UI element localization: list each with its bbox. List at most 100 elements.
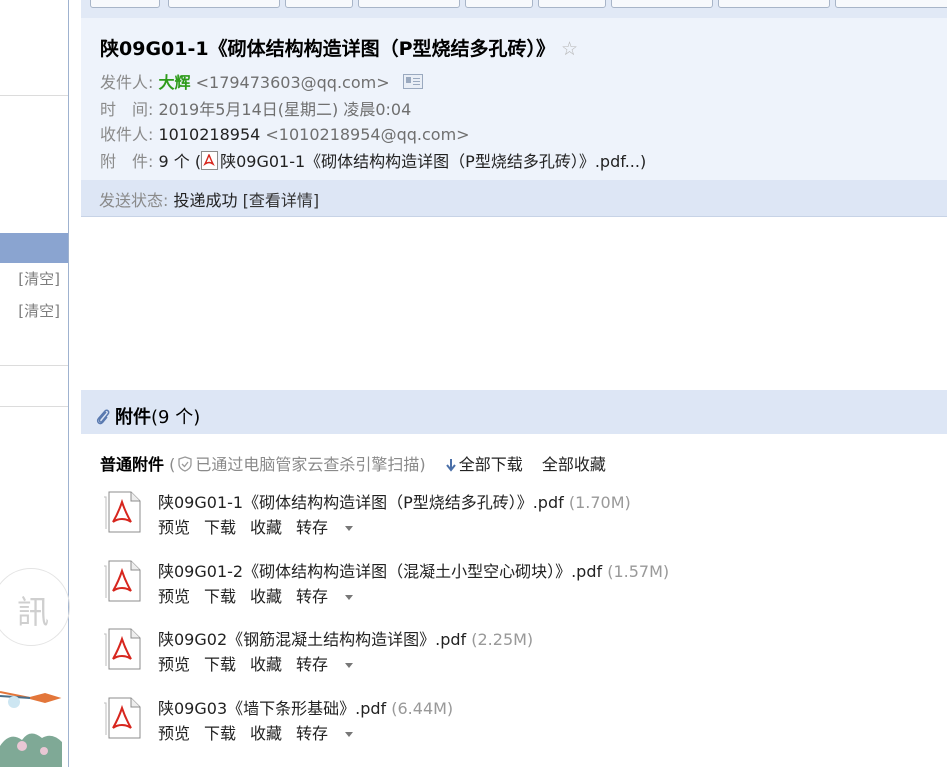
shield-icon (178, 456, 193, 472)
scan-open: ( (169, 455, 176, 474)
favorite-button[interactable]: 收藏 (250, 587, 282, 606)
attachments-title-text: 附件 (115, 407, 151, 428)
pdf-file-icon (104, 560, 141, 602)
sidebar-decoration (0, 691, 62, 767)
attachment-summary-row: 附 件: 9 个 ( 陕09G01-1《砌体结构构造详图（P型烧结多孔砖）》.pd… (100, 148, 646, 172)
status-value: 投递成功 (173, 191, 238, 210)
save-to-label: 转存 (296, 587, 329, 606)
contact-card-icon[interactable] (402, 74, 423, 89)
attachment-name[interactable]: 陕09G03《墙下条形基础》.pdf (158, 699, 386, 718)
clear-folder-link[interactable]: [清空] (18, 268, 60, 289)
save-to-label: 转存 (296, 518, 329, 537)
pdf-icon (201, 151, 219, 170)
chevron-down-icon (345, 663, 354, 668)
to-row: 收件人: 1010218954 <1010218954@qq.com> (100, 121, 470, 145)
attachments-header: 普通附件 ( 已通过电脑管家云查杀引擎扫描) 全部下载 全部收藏 (100, 451, 606, 475)
sender-email: <179473603@qq.com> (195, 73, 390, 92)
attachment-actions: 预览 下载 收藏 转存 (158, 583, 367, 607)
sidebar-divider (0, 406, 68, 407)
from-label: 发件人: (100, 73, 154, 92)
toolbar-button[interactable] (90, 0, 160, 8)
attachment-name[interactable]: 陕09G02《钢筋混凝土结构构造详图》.pdf (158, 630, 466, 649)
pdf-file-icon (104, 491, 141, 533)
sidebar-seal-logo: 訊 (0, 568, 70, 646)
preview-button[interactable]: 预览 (158, 587, 190, 606)
attachment-kind-label: 普通附件 (100, 455, 165, 474)
pdf-file-icon (104, 628, 141, 670)
download-button[interactable]: 下载 (204, 724, 236, 743)
paperclip-icon (96, 409, 110, 425)
toolbar-button[interactable] (611, 0, 713, 8)
attachment-item: 陕09G02《钢筋混凝土结构构造详图》.pdf (2.25M) 预览 下载 收藏 转存 (103, 626, 943, 686)
star-icon[interactable]: ☆ (561, 38, 578, 60)
recipient-name[interactable]: 1010218954 (159, 125, 261, 144)
attachments-count: (9 个) (151, 407, 201, 428)
attachment-actions: 预览 下载 收藏 转存 (158, 514, 367, 538)
save-to-button[interactable]: 转存 (296, 724, 354, 743)
to-label: 收件人: (100, 125, 154, 144)
save-to-button[interactable]: 转存 (296, 587, 354, 606)
preview-button[interactable]: 预览 (158, 655, 190, 674)
attachment-filename: 陕09G01-1《砌体结构构造详图（P型烧结多孔砖）》.pdf (1.70M) (158, 489, 631, 513)
sender-name[interactable]: 大辉 (159, 73, 191, 92)
save-all-button[interactable]: 全部收藏 (542, 455, 606, 474)
scan-status: ( 已通过电脑管家云查杀引擎扫描) (169, 455, 426, 474)
from-row: 发件人: 大辉 <179473603@qq.com> (100, 69, 423, 93)
attachment-item: 陕09G01-2《砌体结构构造详图（混凝土小型空心砌块）》.pdf (1.57M… (103, 558, 943, 618)
sidebar-divider (0, 365, 68, 366)
attachment-filename: 陕09G01-2《砌体结构构造详图（混凝土小型空心砌块）》.pdf (1.57M… (158, 558, 669, 582)
mail-subject: 陕09G01-1《砌体结构构造详图（P型烧结多孔砖）》 ☆ (100, 34, 578, 61)
download-button[interactable]: 下载 (204, 655, 236, 674)
attachment-first-link[interactable]: 陕09G01-1《砌体结构构造详图（P型烧结多孔砖）》.pdf...) (220, 152, 646, 171)
attachment-name[interactable]: 陕09G01-1《砌体结构构造详图（P型烧结多孔砖）》.pdf (158, 493, 564, 512)
toolbar-button[interactable] (168, 0, 280, 8)
toolbar-button[interactable] (835, 0, 947, 8)
toolbar-button[interactable] (285, 0, 353, 8)
chevron-down-icon (345, 732, 354, 737)
favorite-button[interactable]: 收藏 (250, 518, 282, 537)
favorite-button[interactable]: 收藏 (250, 655, 282, 674)
sidebar-divider (0, 95, 68, 96)
status-label: 发送状态: (99, 191, 169, 210)
time-value: 2019年5月14日(星期二) 凌晨0:04 (158, 100, 412, 119)
attachment-actions: 预览 下载 收藏 转存 (158, 720, 367, 744)
save-to-button[interactable]: 转存 (296, 655, 354, 674)
mail-toolbar (81, 0, 947, 18)
attachment-size: (1.70M) (568, 493, 631, 512)
download-arrow-icon (445, 459, 456, 472)
toolbar-button[interactable] (358, 0, 460, 8)
clear-folder-link[interactable]: [清空] (18, 300, 60, 321)
save-to-label: 转存 (296, 724, 329, 743)
attachment-actions: 预览 下载 收藏 转存 (158, 651, 367, 675)
toolbar-button[interactable] (718, 0, 830, 8)
toolbar-button[interactable] (538, 0, 606, 8)
attachment-filename: 陕09G03《墙下条形基础》.pdf (6.44M) (158, 695, 453, 719)
favorite-button[interactable]: 收藏 (250, 724, 282, 743)
chevron-down-icon (345, 526, 354, 531)
download-all-button[interactable]: 全部下载 (445, 455, 523, 474)
download-all-label: 全部下载 (458, 455, 523, 474)
preview-button[interactable]: 预览 (158, 724, 190, 743)
left-sidebar: [清空] [清空] 訊 (0, 0, 70, 767)
scan-text: 已通过电脑管家云查杀引擎扫描) (195, 455, 426, 474)
time-row: 时 间: 2019年5月14日(星期二) 凌晨0:04 (100, 96, 411, 120)
download-button[interactable]: 下载 (204, 587, 236, 606)
attachment-size: (1.57M) (607, 562, 670, 581)
status-detail-link[interactable]: [查看详情] (243, 191, 320, 210)
sidebar-item-selected[interactable] (0, 233, 68, 263)
pdf-file-icon (104, 697, 141, 739)
attachment-size: (6.44M) (391, 699, 454, 718)
preview-button[interactable]: 预览 (158, 518, 190, 537)
attachments-title: 附件(9 个) (95, 403, 200, 429)
attachment-item: 陕09G03《墙下条形基础》.pdf (6.44M) 预览 下载 收藏 转存 (103, 695, 943, 755)
subject-text: 陕09G01-1《砌体结构构造详图（P型烧结多孔砖）》 (100, 38, 556, 60)
attachment-count: 9 个 ( (158, 152, 202, 171)
send-status-row: 发送状态: 投递成功 [查看详情] (99, 187, 319, 211)
toolbar-button[interactable] (465, 0, 533, 8)
chevron-down-icon (345, 595, 354, 600)
attachment-filename: 陕09G02《钢筋混凝土结构构造详图》.pdf (2.25M) (158, 626, 533, 650)
attachment-name[interactable]: 陕09G01-2《砌体结构构造详图（混凝土小型空心砌块）》.pdf (158, 562, 602, 581)
save-to-button[interactable]: 转存 (296, 518, 354, 537)
download-button[interactable]: 下载 (204, 518, 236, 537)
attachment-label: 附 件: (100, 152, 154, 171)
